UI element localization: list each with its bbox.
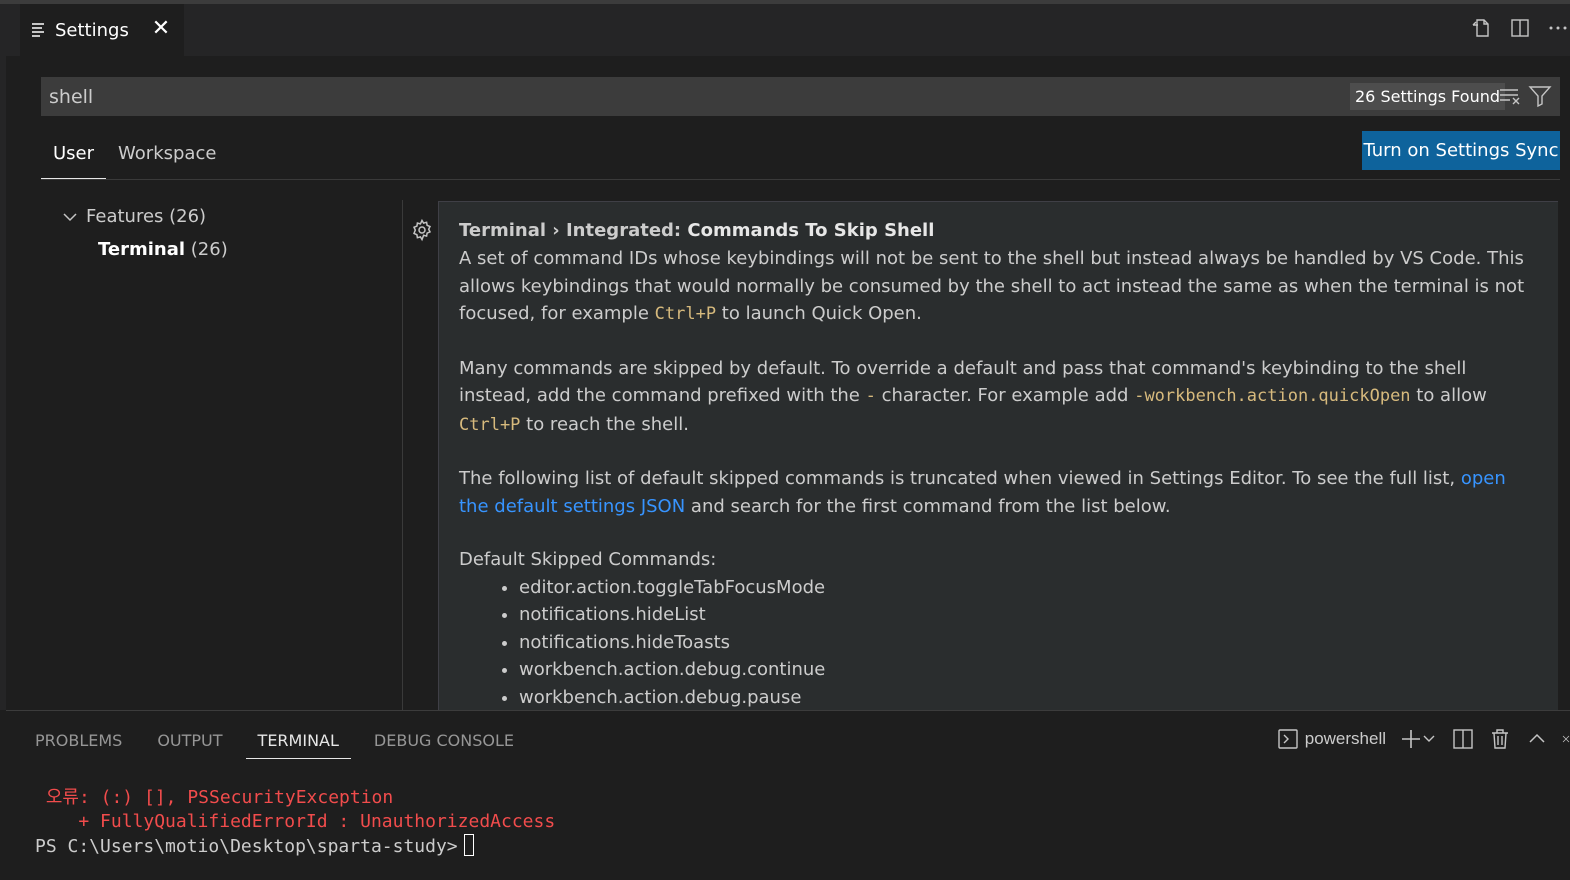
filter-icon[interactable] xyxy=(1528,84,1554,110)
list-item: workbench.action.debug.pause xyxy=(519,684,1538,711)
toc-terminal-count: (26) xyxy=(190,239,228,260)
settings-search-box: 26 Settings Found xyxy=(41,77,1560,116)
close-icon[interactable]: ✕ xyxy=(148,16,174,42)
terminal-icon xyxy=(1277,725,1299,753)
trash-icon[interactable] xyxy=(1490,725,1510,753)
settings-list-icon xyxy=(32,23,46,37)
code-snippet: -workbench.action.quickOpen xyxy=(1134,386,1411,406)
toc-terminal-label: Terminal xyxy=(98,239,186,260)
terminal-shell-selector[interactable]: powershell xyxy=(1305,725,1386,753)
settings-search-input[interactable] xyxy=(41,77,1341,116)
new-terminal-icon[interactable] xyxy=(1400,725,1422,753)
editor-tab-bar: Settings ✕ xyxy=(6,4,1570,56)
description-paragraph: The following list of default skipped co… xyxy=(459,465,1538,520)
text: to reach the shell. xyxy=(520,413,689,435)
open-settings-json-icon[interactable] xyxy=(1470,16,1494,40)
setting-title: Terminal › Integrated: Commands To Skip … xyxy=(459,220,1538,241)
settings-scope-tabs: User Workspace xyxy=(41,136,228,180)
text: to launch Quick Open. xyxy=(716,303,922,324)
description-paragraph: A set of command IDs whose keybindings w… xyxy=(459,245,1538,329)
clear-filter-icon[interactable] xyxy=(1498,84,1524,110)
chevron-down-icon xyxy=(63,212,77,221)
bottom-panel: PROBLEMS OUTPUT TERMINAL DEBUG CONSOLE p… xyxy=(6,711,1570,880)
tab-debug-console[interactable]: DEBUG CONSOLE xyxy=(362,725,526,759)
toc-divider xyxy=(402,200,403,710)
default-skipped-heading: Default Skipped Commands: xyxy=(459,549,717,570)
settings-toc: Features (26) Terminal (26) xyxy=(41,200,401,266)
tab-workspace[interactable]: Workspace xyxy=(106,136,228,180)
terminal-error-line: + FullyQualifiedErrorId : UnauthorizedAc… xyxy=(35,811,556,832)
code-snippet: - xyxy=(865,386,876,406)
editor-actions xyxy=(1470,16,1570,40)
maximize-panel-icon[interactable] xyxy=(1528,725,1546,753)
tab-output[interactable]: OUTPUT xyxy=(145,725,234,759)
text: and search for the first command from th… xyxy=(685,495,1171,517)
setting-description: A set of command IDs whose keybindings w… xyxy=(459,245,1538,710)
terminal-output[interactable]: 오류: (:) [], PSSecurityException + FullyQ… xyxy=(35,786,555,859)
list-item: notifications.hideList xyxy=(519,601,1538,629)
text: character. For example add xyxy=(875,385,1135,406)
tab-user[interactable]: User xyxy=(41,136,107,180)
setting-category: Terminal › Integrated: xyxy=(459,220,688,241)
text: to allow xyxy=(1410,385,1487,406)
settings-found-count: 26 Settings Found xyxy=(1350,83,1506,110)
setting-item: Terminal › Integrated: Commands To Skip … xyxy=(438,201,1558,710)
chevron-down-icon[interactable] xyxy=(1422,725,1436,753)
turn-on-settings-sync-button[interactable]: Turn on Settings Sync xyxy=(1362,131,1560,170)
more-actions-icon[interactable] xyxy=(1546,16,1570,40)
tab-terminal[interactable]: TERMINAL xyxy=(245,725,351,759)
scope-divider xyxy=(41,179,1560,180)
list-item: editor.action.toggleTabFocusMode xyxy=(519,574,1538,602)
setting-name: Commands To Skip Shell xyxy=(687,220,935,241)
tab-problems[interactable]: PROBLEMS xyxy=(23,725,134,759)
list-item: workbench.action.debug.continue xyxy=(519,656,1538,684)
split-editor-icon[interactable] xyxy=(1508,16,1532,40)
toc-features-label: Features (26) xyxy=(86,206,207,227)
code-snippet: Ctrl+P xyxy=(654,304,717,324)
close-panel-icon[interactable] xyxy=(1562,725,1570,753)
toc-item-features[interactable]: Features (26) xyxy=(41,200,401,233)
terminal-prompt: PS C:\Users\motio\Desktop\sparta-study> xyxy=(35,836,458,857)
activity-edge xyxy=(0,4,6,710)
panel-actions: powershell xyxy=(1277,725,1570,753)
terminal-error-line: 오류: (:) [], PSSecurityException xyxy=(35,787,394,808)
panel-tabs: PROBLEMS OUTPUT TERMINAL DEBUG CONSOLE xyxy=(23,725,537,759)
description-paragraph: Many commands are skipped by default. To… xyxy=(459,355,1538,440)
gear-icon[interactable] xyxy=(410,218,434,242)
list-item: notifications.hideToasts xyxy=(519,629,1538,657)
settings-tab-label: Settings xyxy=(55,19,129,41)
split-terminal-icon[interactable] xyxy=(1452,725,1474,753)
terminal-cursor xyxy=(463,834,474,856)
text: A set of command IDs whose keybindings w… xyxy=(459,248,1525,324)
settings-tab[interactable]: Settings ✕ xyxy=(20,4,184,56)
toc-item-terminal[interactable]: Terminal (26) xyxy=(41,233,401,266)
text: The following list of default skipped co… xyxy=(459,468,1461,489)
code-snippet: Ctrl+P xyxy=(459,414,521,435)
skipped-commands-list: editor.action.toggleTabFocusMode notific… xyxy=(459,574,1538,711)
